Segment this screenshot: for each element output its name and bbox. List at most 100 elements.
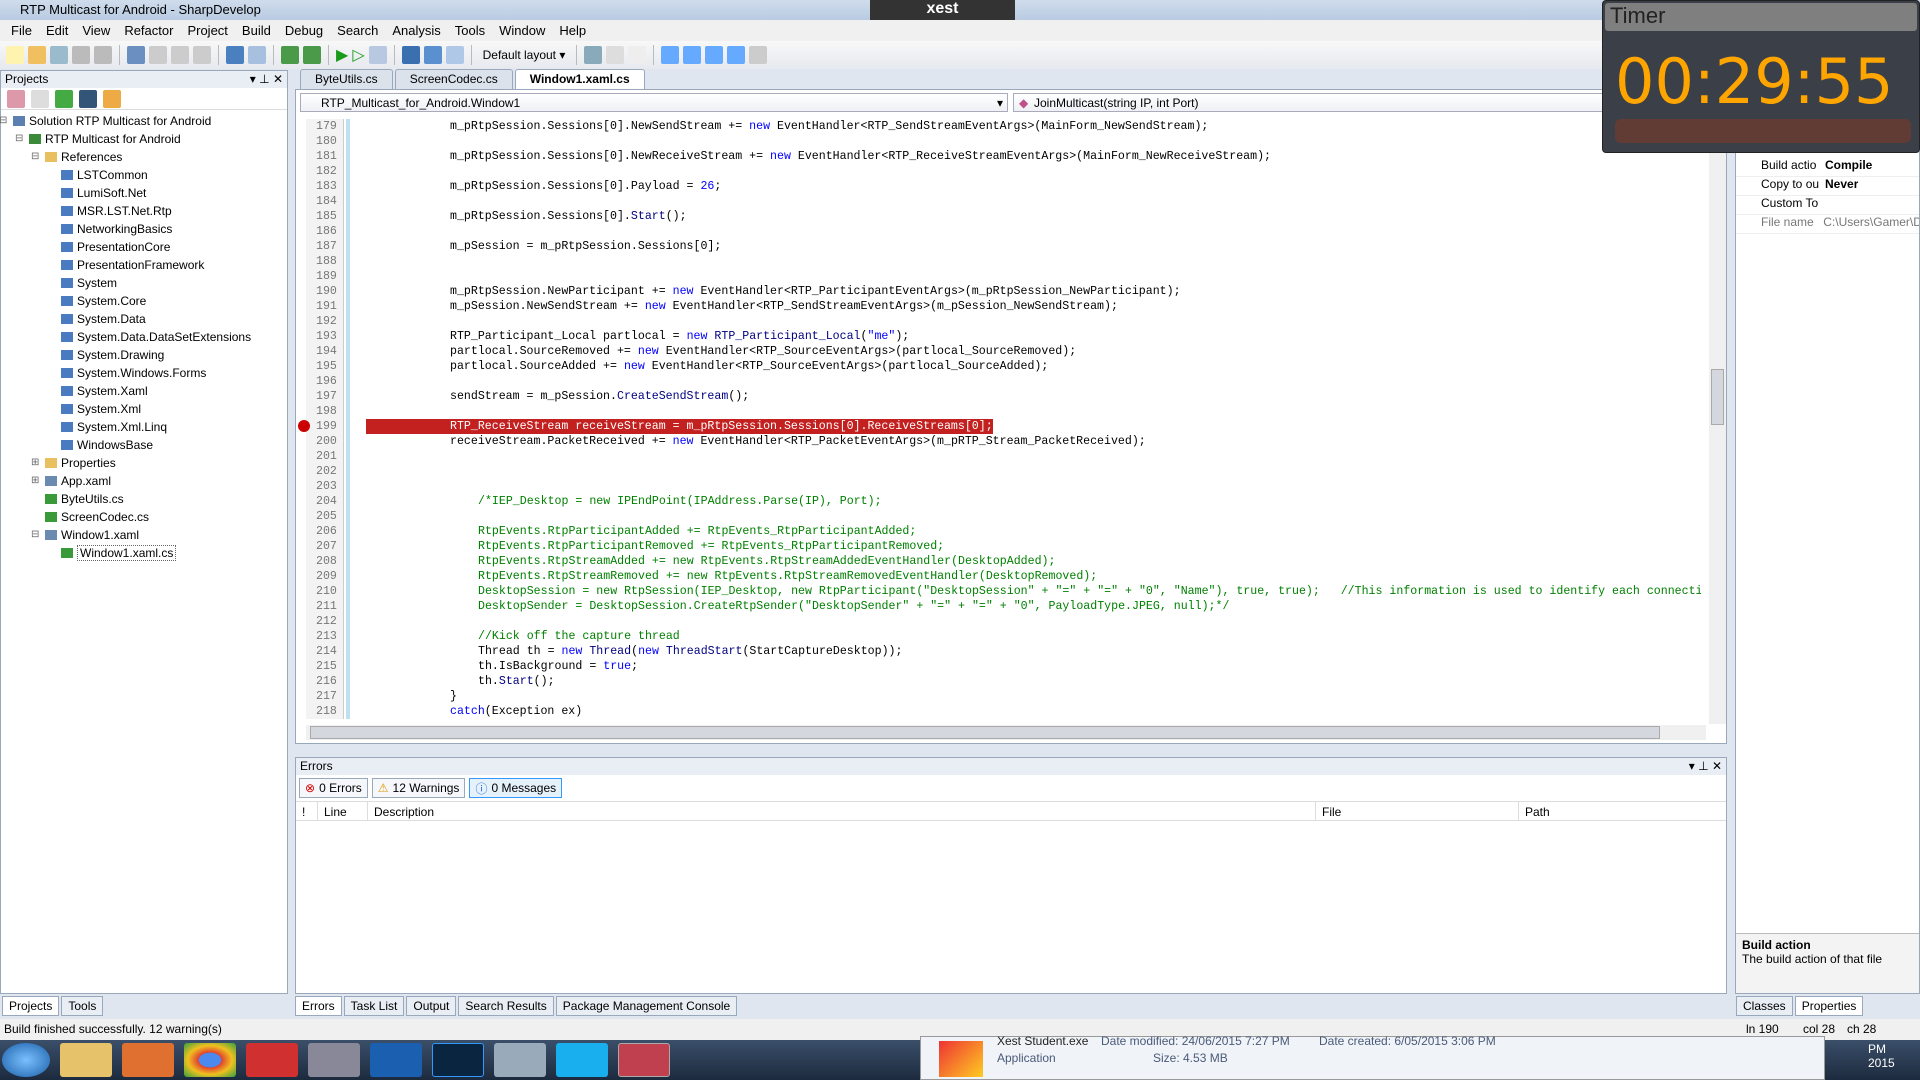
tree-item[interactable]: LumiSoft.Net [1,184,287,202]
property-row[interactable]: Copy to ou Never [1736,177,1919,196]
tree-item[interactable]: System.Core [1,292,287,310]
tree-item[interactable]: WindowsBase [1,436,287,454]
messages-filter-button[interactable]: ⓘ 0 Messages [469,778,563,798]
tab-projects[interactable]: Projects [2,996,60,1016]
tree-item[interactable]: System [1,274,287,292]
close-all-icon[interactable] [727,46,746,64]
navigate-forward-icon[interactable] [606,46,625,64]
tree-item[interactable]: ⊞ Properties [1,454,287,472]
tab-search-results[interactable]: Search Results [458,996,554,1016]
breakpoint-icon[interactable] [298,420,310,432]
save-all-icon[interactable] [94,46,112,64]
tree-item[interactable]: MSR.LST.Net.Rtp [1,202,287,220]
stop-icon[interactable] [368,46,387,64]
app-taskbar-icon[interactable] [494,1043,546,1077]
tab-tools[interactable]: Tools [61,996,104,1016]
delete-icon[interactable] [193,46,211,64]
outlook-taskbar-icon[interactable] [370,1043,422,1077]
tree-item[interactable]: ByteUtils.cs [1,490,287,508]
tab-window1-xaml-cs[interactable]: Window1.xaml.cs [514,69,645,89]
refresh-icon[interactable] [55,90,73,108]
tree-item[interactable]: System.Data.DataSetExtensions [1,328,287,346]
property-row[interactable]: Custom To [1736,196,1919,215]
tree-item[interactable]: ⊞ App.xaml [1,472,287,490]
copy-icon[interactable] [149,46,167,64]
layout-dropdown[interactable]: Default layout ▾ [479,48,570,62]
tree-item[interactable]: System.Windows.Forms [1,364,287,382]
property-value[interactable] [1821,196,1825,214]
property-row[interactable]: File name C:\Users\Gamer\D [1736,215,1919,234]
warnings-filter-button[interactable]: ⚠ 12 Warnings [371,778,466,798]
photoshop-taskbar-icon[interactable] [432,1043,484,1077]
tree-item[interactable]: Window1.xaml.cs [1,544,287,562]
menu-help[interactable]: Help [552,20,593,41]
redo-icon[interactable] [248,46,266,64]
rebuild-icon[interactable] [303,46,321,64]
print-preview-icon[interactable] [705,46,724,64]
col-file[interactable]: File [1316,802,1519,820]
save-icon[interactable] [72,46,90,64]
media-player-taskbar-icon[interactable] [122,1043,174,1077]
tab-classes[interactable]: Classes [1736,996,1793,1016]
find-icon[interactable] [749,46,768,64]
col-description[interactable]: Description [368,802,1316,820]
xest-taskbar-icon[interactable] [618,1043,670,1077]
menu-project[interactable]: Project [180,20,234,41]
errors-filter-button[interactable]: ⊗ 0 Errors [299,778,368,798]
explorer-taskbar-icon[interactable] [60,1043,112,1077]
menu-edit[interactable]: Edit [39,20,75,41]
build-icon[interactable] [281,46,299,64]
menu-analysis[interactable]: Analysis [385,20,447,41]
cut-icon[interactable] [127,46,145,64]
tree-item[interactable]: System.Drawing [1,346,287,364]
tree-item[interactable]: NetworkingBasics [1,220,287,238]
tree-item[interactable]: System.Xml.Linq [1,418,287,436]
pdf-taskbar-icon[interactable] [246,1043,298,1077]
collapse-all-icon[interactable] [79,90,97,108]
col-line[interactable]: Line [318,802,368,820]
col-path[interactable]: Path [1519,802,1726,820]
vertical-scrollbar[interactable] [1709,119,1726,724]
horizontal-scrollbar[interactable] [306,725,1706,740]
open-project-icon[interactable] [50,46,68,64]
step-out-icon[interactable] [445,46,464,64]
tab-screencodec-cs[interactable]: ScreenCodec.cs [394,69,513,89]
new-file-icon[interactable] [6,46,24,64]
property-value[interactable]: Never [1821,177,1858,195]
menu-tools[interactable]: Tools [448,20,492,41]
tab-task-list[interactable]: Task List [343,996,405,1016]
menu-build[interactable]: Build [235,20,278,41]
expand-icon[interactable]: ⊞ [31,472,39,490]
tree-item[interactable]: System.Xaml [1,382,287,400]
property-value[interactable]: Compile [1821,158,1872,176]
start-button[interactable] [2,1043,50,1077]
menu-refactor[interactable]: Refactor [117,20,180,41]
tab-package-management-console[interactable]: Package Management Console [555,996,738,1016]
tree-item[interactable]: PresentationFramework [1,256,287,274]
collapse-icon[interactable]: ⊟ [15,130,23,148]
code-editor[interactable]: RTP_Multicast_for_Android.Window1 ▾ ◆ Join… [295,89,1727,744]
print-icon[interactable] [683,46,702,64]
expand-icon[interactable]: ⊞ [31,454,39,472]
sharpdevelop-taskbar-icon[interactable] [308,1043,360,1077]
show-all-files-icon[interactable] [31,90,49,108]
class-combo[interactable]: RTP_Multicast_for_Android.Window1 ▾ [300,93,1008,112]
run-without-debug-icon[interactable]: ▷ [352,45,364,65]
tree-item[interactable]: ScreenCodec.cs [1,508,287,526]
open-folder-icon[interactable] [28,46,46,64]
format-icon[interactable] [628,46,647,64]
undo-icon[interactable] [226,46,244,64]
tab-output[interactable]: Output [406,996,457,1016]
open-folder-icon[interactable] [103,90,121,108]
col-severity[interactable]: ! [296,802,318,820]
step-into-icon[interactable] [423,46,442,64]
tab-byteutils-cs[interactable]: ByteUtils.cs [300,69,393,89]
tab-errors[interactable]: Errors [295,996,342,1016]
menu-file[interactable]: File [4,20,39,41]
tree-item[interactable]: System.Data [1,310,287,328]
skype-taskbar-icon[interactable] [556,1043,608,1077]
collapse-icon[interactable]: ⊟ [0,112,7,130]
tree-item[interactable]: PresentationCore [1,238,287,256]
chrome-taskbar-icon[interactable] [184,1043,236,1077]
menu-window[interactable]: Window [492,20,552,41]
